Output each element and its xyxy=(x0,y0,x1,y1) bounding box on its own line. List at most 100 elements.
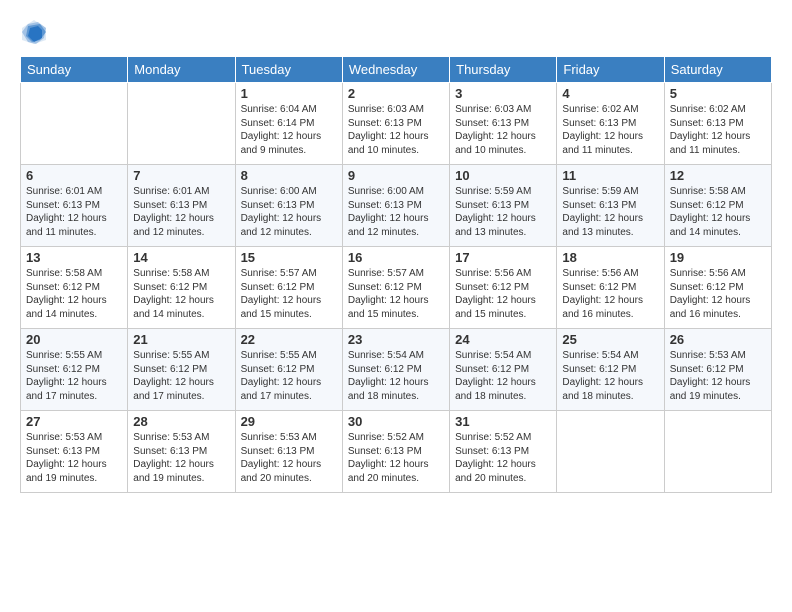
calendar-cell: 29 Sunrise: 5:53 AM Sunset: 6:13 PM Dayli… xyxy=(235,411,342,493)
calendar-table: SundayMondayTuesdayWednesdayThursdayFrid… xyxy=(20,56,772,493)
calendar-cell: 15Sunrise: 5:57 AM Sunset: 6:12 PM Dayli… xyxy=(235,247,342,329)
col-header-wednesday: Wednesday xyxy=(342,57,449,83)
day-number: 25 xyxy=(562,332,658,347)
calendar-cell: 16 Sunrise: 5:57 AM Sunset: 6:12 PM Dayli… xyxy=(342,247,449,329)
calendar-cell: 24 Sunrise: 5:54 AM Sunset: 6:12 PM Dayli… xyxy=(450,329,557,411)
calendar-week-1: 6 Sunrise: 6:01 AM Sunset: 6:13 PM Daylig… xyxy=(21,165,772,247)
calendar-cell: 25 Sunrise: 5:54 AM Sunset: 6:12 PM Dayli… xyxy=(557,329,664,411)
day-info: Sunrise: 5:56 AM Sunset: 6:12 PM Dayligh… xyxy=(562,267,658,321)
day-number: 13 xyxy=(26,250,122,265)
calendar-cell: 10 Sunrise: 5:59 AM Sunset: 6:13 PM Dayli… xyxy=(450,165,557,247)
calendar-week-0: 1 Sunrise: 6:04 AM Sunset: 6:14 PM Daylig… xyxy=(21,83,772,165)
calendar-cell xyxy=(21,83,128,165)
calendar-cell: 7 Sunrise: 6:01 AM Sunset: 6:13 PM Daylig… xyxy=(128,165,235,247)
day-number: 14 xyxy=(133,250,229,265)
calendar-cell: 17 Sunrise: 5:56 AM Sunset: 6:12 PM Dayli… xyxy=(450,247,557,329)
day-number: 2 xyxy=(348,86,444,101)
day-info: Sunrise: 5:56 AM Sunset: 6:12 PM Dayligh… xyxy=(455,267,551,321)
day-info: Sunrise: 5:52 AM Sunset: 6:13 PM Dayligh… xyxy=(455,431,551,485)
calendar-cell: 13 Sunrise: 5:58 AM Sunset: 6:12 PM Dayli… xyxy=(21,247,128,329)
day-info: Sunrise: 6:00 AM Sunset: 6:13 PM Dayligh… xyxy=(348,185,444,239)
day-number: 24 xyxy=(455,332,551,347)
day-info: Sunrise: 5:58 AM Sunset: 6:12 PM Dayligh… xyxy=(26,267,122,321)
day-number: 22 xyxy=(241,332,337,347)
day-info: Sunrise: 5:54 AM Sunset: 6:12 PM Dayligh… xyxy=(562,349,658,403)
day-number: 30 xyxy=(348,414,444,429)
calendar-cell: 27Sunrise: 5:53 AM Sunset: 6:13 PM Dayli… xyxy=(21,411,128,493)
day-info: Sunrise: 6:03 AM Sunset: 6:13 PM Dayligh… xyxy=(348,103,444,157)
calendar-cell: 9 Sunrise: 6:00 AM Sunset: 6:13 PM Daylig… xyxy=(342,165,449,247)
calendar-cell: 11 Sunrise: 5:59 AM Sunset: 6:13 PM Dayli… xyxy=(557,165,664,247)
calendar-cell xyxy=(557,411,664,493)
day-number: 27 xyxy=(26,414,122,429)
day-info: Sunrise: 6:02 AM Sunset: 6:13 PM Dayligh… xyxy=(670,103,766,157)
day-info: Sunrise: 5:59 AM Sunset: 6:13 PM Dayligh… xyxy=(455,185,551,239)
day-info: Sunrise: 5:53 AM Sunset: 6:13 PM Dayligh… xyxy=(241,431,337,485)
calendar-cell: 6Sunrise: 6:01 AM Sunset: 6:13 PM Daylig… xyxy=(21,165,128,247)
day-info: Sunrise: 5:53 AM Sunset: 6:13 PM Dayligh… xyxy=(133,431,229,485)
day-info: Sunrise: 5:58 AM Sunset: 6:12 PM Dayligh… xyxy=(133,267,229,321)
day-number: 6 xyxy=(26,168,122,183)
calendar-week-4: 27 Sunrise: 5:53 AM Sunset: 6:13 PM Dayli… xyxy=(21,411,772,493)
calendar-cell: 18 Sunrise: 5:56 AM Sunset: 6:12 PM Dayli… xyxy=(557,247,664,329)
col-header-tuesday: Tuesday xyxy=(235,57,342,83)
day-info: Sunrise: 5:57 AM Sunset: 6:12 PM Dayligh… xyxy=(241,267,337,321)
calendar-cell: 21 Sunrise: 5:55 AM Sunset: 6:12 PM Dayli… xyxy=(128,329,235,411)
day-number: 3 xyxy=(455,86,551,101)
calendar-cell: 20 Sunrise: 5:55 AM Sunset: 6:12 PM Dayli… xyxy=(21,329,128,411)
day-number: 10 xyxy=(455,168,551,183)
day-info: Sunrise: 5:55 AM Sunset: 6:12 PM Dayligh… xyxy=(133,349,229,403)
day-info: Sunrise: 5:55 AM Sunset: 6:12 PM Dayligh… xyxy=(26,349,122,403)
calendar-cell: 28 Sunrise: 5:53 AM Sunset: 6:13 PM Dayli… xyxy=(128,411,235,493)
day-info: Sunrise: 6:03 AM Sunset: 6:13 PM Dayligh… xyxy=(455,103,551,157)
day-number: 8 xyxy=(241,168,337,183)
header xyxy=(20,18,772,46)
day-info: Sunrise: 5:52 AM Sunset: 6:13 PM Dayligh… xyxy=(348,431,444,485)
calendar-cell: 3 Sunrise: 6:03 AM Sunset: 6:13 PM Daylig… xyxy=(450,83,557,165)
col-header-friday: Friday xyxy=(557,57,664,83)
day-info: Sunrise: 5:57 AM Sunset: 6:12 PM Dayligh… xyxy=(348,267,444,321)
logo-icon xyxy=(20,18,48,46)
col-header-monday: Monday xyxy=(128,57,235,83)
day-number: 20 xyxy=(26,332,122,347)
calendar-cell xyxy=(128,83,235,165)
calendar-cell: 31 Sunrise: 5:52 AM Sunset: 6:13 PM Dayli… xyxy=(450,411,557,493)
day-info: Sunrise: 5:56 AM Sunset: 6:12 PM Dayligh… xyxy=(670,267,766,321)
day-number: 31 xyxy=(455,414,551,429)
day-number: 23 xyxy=(348,332,444,347)
calendar-cell xyxy=(664,411,771,493)
day-number: 21 xyxy=(133,332,229,347)
logo xyxy=(20,18,54,46)
day-info: Sunrise: 5:55 AM Sunset: 6:12 PM Dayligh… xyxy=(241,349,337,403)
calendar-header-row: SundayMondayTuesdayWednesdayThursdayFrid… xyxy=(21,57,772,83)
col-header-thursday: Thursday xyxy=(450,57,557,83)
day-info: Sunrise: 5:58 AM Sunset: 6:12 PM Dayligh… xyxy=(670,185,766,239)
calendar-cell: 26 Sunrise: 5:53 AM Sunset: 6:12 PM Dayli… xyxy=(664,329,771,411)
day-number: 5 xyxy=(670,86,766,101)
calendar-cell: 1 Sunrise: 6:04 AM Sunset: 6:14 PM Daylig… xyxy=(235,83,342,165)
calendar-cell: 14 Sunrise: 5:58 AM Sunset: 6:12 PM Dayli… xyxy=(128,247,235,329)
day-info: Sunrise: 6:01 AM Sunset: 6:13 PM Dayligh… xyxy=(133,185,229,239)
day-number: 16 xyxy=(348,250,444,265)
day-number: 7 xyxy=(133,168,229,183)
calendar-cell: 22 Sunrise: 5:55 AM Sunset: 6:12 PM Dayli… xyxy=(235,329,342,411)
day-number: 11 xyxy=(562,168,658,183)
day-info: Sunrise: 5:59 AM Sunset: 6:13 PM Dayligh… xyxy=(562,185,658,239)
day-number: 28 xyxy=(133,414,229,429)
day-info: Sunrise: 5:54 AM Sunset: 6:12 PM Dayligh… xyxy=(455,349,551,403)
day-number: 12 xyxy=(670,168,766,183)
calendar-cell: 19Sunrise: 5:56 AM Sunset: 6:12 PM Dayli… xyxy=(664,247,771,329)
day-info: Sunrise: 6:00 AM Sunset: 6:13 PM Dayligh… xyxy=(241,185,337,239)
day-info: Sunrise: 5:54 AM Sunset: 6:12 PM Dayligh… xyxy=(348,349,444,403)
calendar-cell: 30 Sunrise: 5:52 AM Sunset: 6:13 PM Dayli… xyxy=(342,411,449,493)
calendar-cell: 5 Sunrise: 6:02 AM Sunset: 6:13 PM Daylig… xyxy=(664,83,771,165)
day-number: 1 xyxy=(241,86,337,101)
day-info: Sunrise: 6:04 AM Sunset: 6:14 PM Dayligh… xyxy=(241,103,337,157)
day-number: 9 xyxy=(348,168,444,183)
day-number: 17 xyxy=(455,250,551,265)
calendar-cell: 12 Sunrise: 5:58 AM Sunset: 6:12 PM Dayli… xyxy=(664,165,771,247)
day-number: 26 xyxy=(670,332,766,347)
day-info: Sunrise: 5:53 AM Sunset: 6:12 PM Dayligh… xyxy=(670,349,766,403)
day-number: 18 xyxy=(562,250,658,265)
day-number: 29 xyxy=(241,414,337,429)
